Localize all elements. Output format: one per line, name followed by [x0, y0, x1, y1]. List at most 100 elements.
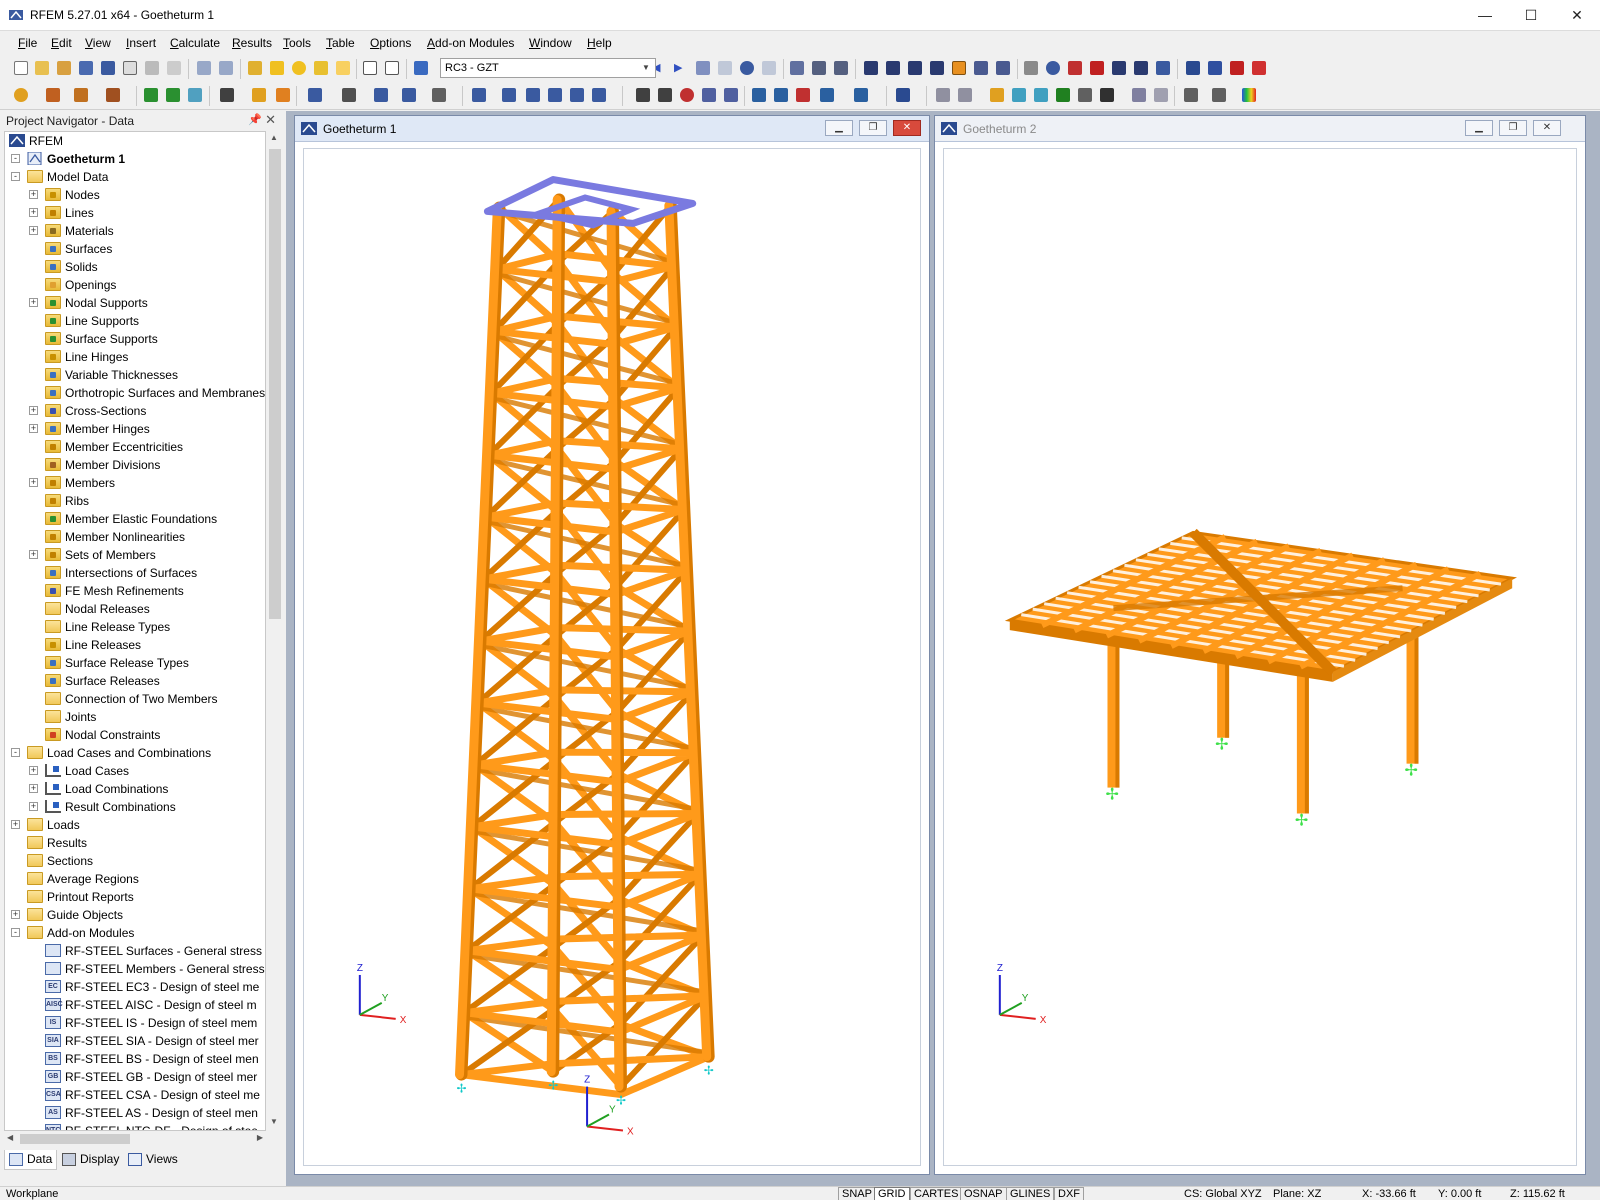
view-2-close-button[interactable]: ✕ — [1533, 120, 1561, 136]
tab-data[interactable]: Data — [4, 1150, 58, 1170]
view-rotate-icon[interactable] — [928, 59, 946, 77]
copy-icon[interactable] — [430, 86, 448, 104]
view-move-icon[interactable] — [906, 59, 924, 77]
lines-icon[interactable] — [1022, 59, 1040, 77]
view-minus-y-icon[interactable] — [818, 86, 836, 104]
scroll-thumb[interactable] — [269, 149, 281, 619]
snap-toggle[interactable]: SNAP — [838, 1187, 876, 1200]
display-filter-icon[interactable] — [894, 86, 912, 104]
collapse-icon[interactable]: - — [11, 748, 20, 757]
zoom-icon[interactable] — [634, 86, 652, 104]
pdf-export-icon[interactable] — [1250, 59, 1268, 77]
view-window-goetheturm-1[interactable]: Goetheturm 1 ▁ ❐ ✕ ✢ ✢ ✢ ✢ Z X Y Z X Y — [294, 115, 930, 1175]
navigator-vertical-scrollbar[interactable]: ▲ ▼ — [266, 131, 284, 1131]
view-perspective-icon[interactable] — [994, 59, 1012, 77]
connect-icon[interactable] — [500, 86, 518, 104]
new-file-icon[interactable] — [12, 59, 30, 77]
expand-icon[interactable]: + — [29, 406, 38, 415]
save-icon[interactable] — [99, 59, 117, 77]
view-iso-icon[interactable] — [700, 86, 718, 104]
scroll-up-icon[interactable]: ▲ — [270, 133, 278, 142]
menu-insert[interactable]: Insert — [126, 36, 156, 50]
scroll-down-icon[interactable]: ▼ — [270, 1117, 278, 1126]
menu-help[interactable]: Help — [587, 36, 612, 50]
expand-icon[interactable]: + — [11, 910, 20, 919]
platform-model-viewport[interactable]: ✢ ✢ ✢ ✢ Z XY — [943, 148, 1577, 1166]
render-wire-icon[interactable] — [862, 59, 880, 77]
move-icon[interactable] — [400, 86, 418, 104]
menu-tools[interactable]: Tools — [283, 36, 311, 50]
view-restore-button[interactable]: ❐ — [859, 120, 887, 136]
print-icon[interactable] — [143, 59, 161, 77]
open-file-icon[interactable] — [33, 59, 51, 77]
divide-icon[interactable] — [524, 86, 542, 104]
scroll-left-icon[interactable]: ◀ — [7, 1133, 13, 1142]
menu-edit[interactable]: Edit — [51, 36, 72, 50]
expand-icon[interactable]: + — [29, 190, 38, 199]
render-mesh-icon[interactable] — [884, 59, 902, 77]
solid-icon[interactable] — [988, 86, 1006, 104]
comment-icon[interactable] — [250, 86, 268, 104]
view-solid-icon[interactable] — [972, 59, 990, 77]
menu-calculate[interactable]: Calculate — [170, 36, 220, 50]
view-iso-2-icon[interactable] — [852, 86, 870, 104]
rotate-icon[interactable] — [1044, 59, 1062, 77]
view-window-titlebar[interactable]: Goetheturm 1 ▁ ❐ ✕ — [295, 116, 929, 142]
scroll-right-icon[interactable]: ▶ — [257, 1133, 263, 1142]
view-2-restore-button[interactable]: ❐ — [1499, 120, 1527, 136]
layers-icon[interactable] — [1130, 86, 1148, 104]
pattern-icon[interactable] — [1076, 86, 1094, 104]
close-button[interactable]: ✕ — [1554, 0, 1600, 31]
result-values-icon[interactable] — [716, 59, 734, 77]
dimension-icon[interactable] — [218, 86, 236, 104]
navigator-icon[interactable] — [383, 59, 401, 77]
menu-results[interactable]: Results — [232, 36, 272, 50]
edit-icon[interactable] — [246, 59, 264, 77]
intersect-icon[interactable] — [568, 86, 586, 104]
wireframe-icon[interactable] — [934, 86, 952, 104]
cross-icon[interactable] — [1088, 59, 1106, 77]
view-close-button[interactable]: ✕ — [893, 120, 921, 136]
collapse-icon[interactable]: - — [11, 928, 20, 937]
results-on-icon[interactable] — [334, 59, 352, 77]
new-node-icon[interactable] — [12, 86, 30, 104]
transparent-icon[interactable] — [1032, 86, 1050, 104]
grid-icon[interactable] — [1098, 86, 1116, 104]
plugin-icon[interactable] — [1154, 59, 1172, 77]
expand-icon[interactable]: + — [29, 550, 38, 559]
paint-icon[interactable] — [1210, 86, 1228, 104]
tower-model-viewport[interactable]: ✢ ✢✢✢ZXYZXY — [303, 148, 921, 1166]
tab-views[interactable]: Views — [124, 1150, 182, 1170]
load-case-icon[interactable] — [412, 59, 430, 77]
settings-icon[interactable] — [1110, 59, 1128, 77]
grid-toggle[interactable]: GRID — [874, 1187, 910, 1200]
support-line-icon[interactable] — [164, 86, 182, 104]
next-load-case-icon[interactable]: ▶ — [672, 59, 690, 77]
expand-icon[interactable]: + — [29, 208, 38, 217]
mirror-icon[interactable] — [1066, 59, 1084, 77]
view-selected-icon[interactable] — [950, 59, 968, 77]
view-minimize-button[interactable]: ▁ — [825, 120, 853, 136]
support-icon[interactable] — [142, 86, 160, 104]
expand-icon[interactable]: + — [29, 298, 38, 307]
dxf-toggle[interactable]: DXF — [1054, 1187, 1084, 1200]
color-scale-icon[interactable] — [1240, 86, 1258, 104]
wire-hidden-icon[interactable] — [956, 86, 974, 104]
chart-icon[interactable] — [1206, 59, 1224, 77]
navigator-horizontal-scrollbar[interactable]: ◀ ▶ — [4, 1131, 266, 1147]
mesh-icon[interactable] — [810, 59, 828, 77]
pdf-icon[interactable] — [1228, 59, 1246, 77]
glines-toggle[interactable]: GLINES — [1006, 1187, 1055, 1200]
guide-line-icon[interactable] — [274, 86, 292, 104]
view-x-icon[interactable] — [750, 86, 768, 104]
menu-file[interactable]: File — [18, 36, 37, 50]
grid-view-icon[interactable] — [832, 59, 850, 77]
generate-icon[interactable] — [590, 86, 608, 104]
section-icon[interactable] — [788, 59, 806, 77]
collapse-icon[interactable]: - — [11, 154, 20, 163]
view-y-icon[interactable] — [772, 86, 790, 104]
open-block-icon[interactable] — [55, 59, 73, 77]
scaling-icon[interactable] — [760, 59, 778, 77]
zoom-out-icon[interactable] — [678, 86, 696, 104]
table-icon[interactable] — [361, 59, 379, 77]
